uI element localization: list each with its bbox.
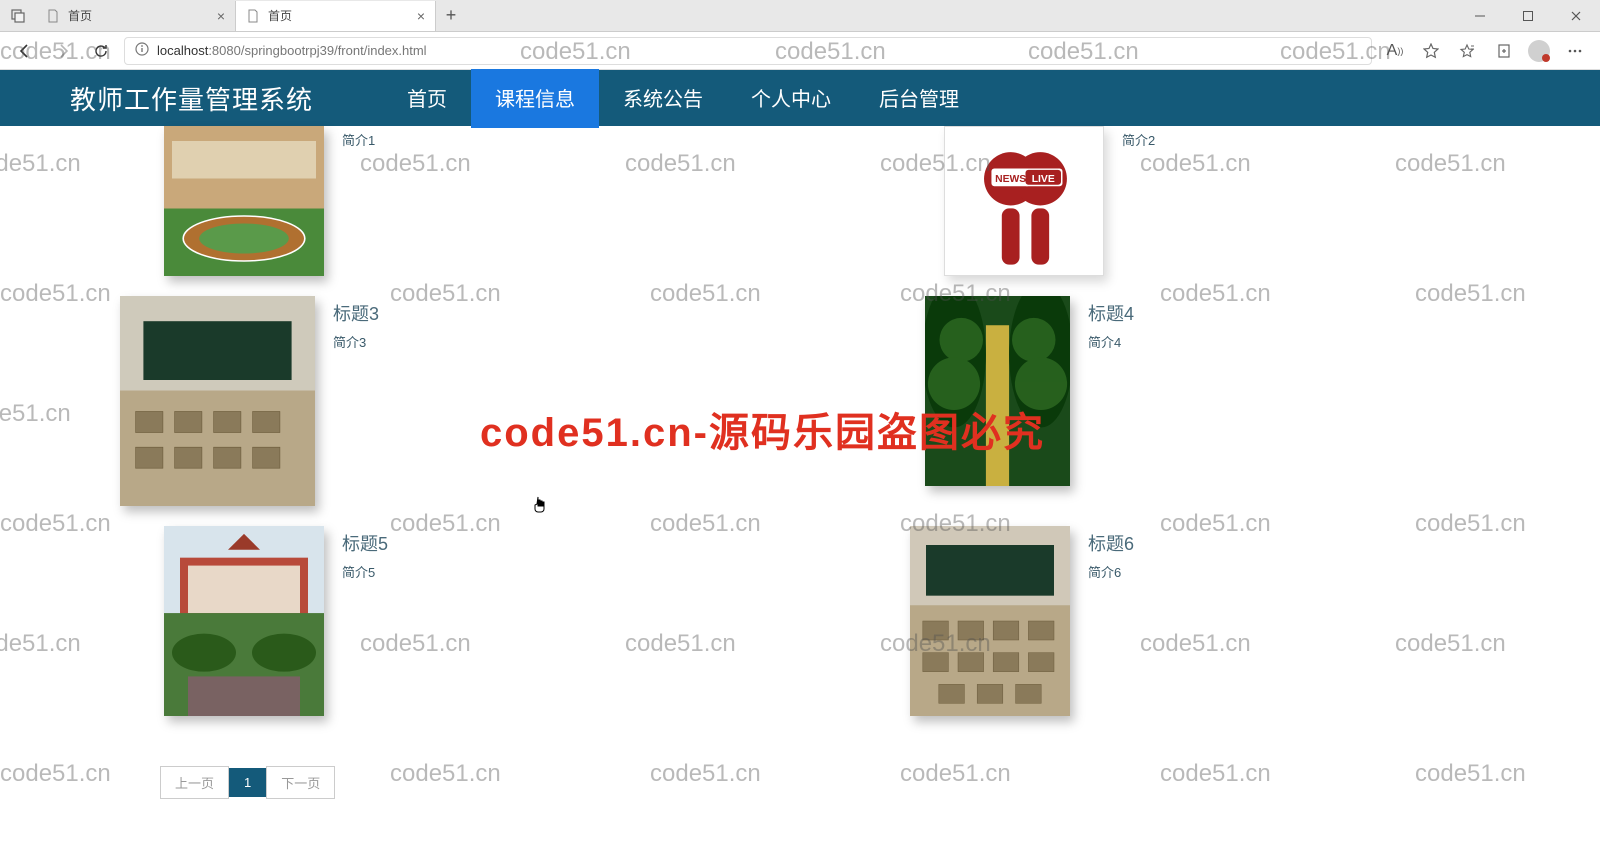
forward-icon <box>48 36 78 66</box>
close-icon[interactable]: × <box>217 8 225 24</box>
nav-item-admin[interactable]: 后台管理 <box>855 69 983 128</box>
content-area: 简介1 NEWS LIVE LIVE <box>0 126 1600 819</box>
svg-text:NEWS: NEWS <box>995 174 1026 185</box>
nav-item-notice[interactable]: 系统公告 <box>599 69 727 128</box>
favorites-icon[interactable] <box>1452 36 1482 66</box>
card-thumbnail: NEWS LIVE LIVE <box>944 126 1104 276</box>
browser-chrome: 首页 × 首页 × + <box>0 0 1600 70</box>
card-title: 标题5 <box>342 530 388 556</box>
refresh-icon[interactable] <box>86 36 116 66</box>
card-title: 标题3 <box>333 300 379 326</box>
close-icon[interactable]: × <box>417 8 425 24</box>
profile-icon[interactable] <box>1524 36 1554 66</box>
collections-icon[interactable] <box>1488 36 1518 66</box>
new-tab-button[interactable]: + <box>436 5 466 26</box>
site-info-icon[interactable] <box>135 42 149 59</box>
browser-tab-bar: 首页 × 首页 × + <box>0 0 1600 32</box>
pager-page-1[interactable]: 1 <box>229 768 266 797</box>
card-thumbnail <box>164 126 324 276</box>
nav-item-home[interactable]: 首页 <box>383 69 471 128</box>
window-minimize-icon[interactable] <box>1456 0 1504 32</box>
cursor-icon <box>533 495 549 520</box>
card-thumbnail <box>925 296 1070 486</box>
card-subtitle: 简介6 <box>1088 562 1134 581</box>
site-nav: 教师工作量管理系统 首页 课程信息 系统公告 个人中心 后台管理 <box>0 70 1600 126</box>
card-title: 标题4 <box>1088 300 1134 326</box>
card-6[interactable]: 标题6 简介6 <box>900 526 1480 746</box>
star-icon[interactable] <box>1416 36 1446 66</box>
card-2[interactable]: NEWS LIVE LIVE 简介2 <box>900 126 1480 286</box>
read-aloud-icon[interactable]: A)) <box>1380 36 1410 66</box>
card-subtitle: 简介2 <box>1122 130 1155 149</box>
site-title: 教师工作量管理系统 <box>70 80 313 117</box>
url-text: localhost:8080/springbootrpj39/front/ind… <box>157 43 427 58</box>
document-icon <box>46 9 60 23</box>
svg-text:LIVE: LIVE <box>1032 174 1055 185</box>
url-input[interactable]: localhost:8080/springbootrpj39/front/ind… <box>124 37 1372 65</box>
nav-item-course[interactable]: 课程信息 <box>471 69 599 128</box>
card-subtitle: 简介1 <box>342 130 375 149</box>
card-thumbnail <box>910 526 1070 716</box>
window-maximize-icon[interactable] <box>1504 0 1552 32</box>
card-thumbnail <box>164 526 324 716</box>
card-5[interactable]: 标题5 简介5 <box>120 526 640 746</box>
pager: 上一页 1 下一页 <box>160 766 1480 799</box>
card-thumbnail <box>120 296 315 506</box>
browser-tab-1[interactable]: 首页 × <box>36 1 236 31</box>
card-3[interactable]: 标题3 简介3 <box>120 296 640 516</box>
card-subtitle: 简介4 <box>1088 332 1134 351</box>
pager-next-button[interactable]: 下一页 <box>266 766 335 799</box>
window-close-icon[interactable] <box>1552 0 1600 32</box>
nav-item-profile[interactable]: 个人中心 <box>727 69 855 128</box>
card-subtitle: 简介5 <box>342 562 388 581</box>
card-1[interactable]: 简介1 <box>120 126 640 286</box>
tab-title: 首页 <box>68 7 92 24</box>
menu-icon[interactable] <box>1560 36 1590 66</box>
browser-address-bar: localhost:8080/springbootrpj39/front/ind… <box>0 32 1600 70</box>
card-4[interactable]: 标题4 简介4 <box>900 296 1480 516</box>
browser-tab-2[interactable]: 首页 × <box>236 1 436 31</box>
tab-actions-icon[interactable] <box>6 4 30 28</box>
card-subtitle: 简介3 <box>333 332 379 351</box>
document-icon <box>246 9 260 23</box>
card-title: 标题6 <box>1088 530 1134 556</box>
pager-prev-button[interactable]: 上一页 <box>160 766 229 799</box>
tab-title: 首页 <box>268 7 292 24</box>
back-icon[interactable] <box>10 36 40 66</box>
